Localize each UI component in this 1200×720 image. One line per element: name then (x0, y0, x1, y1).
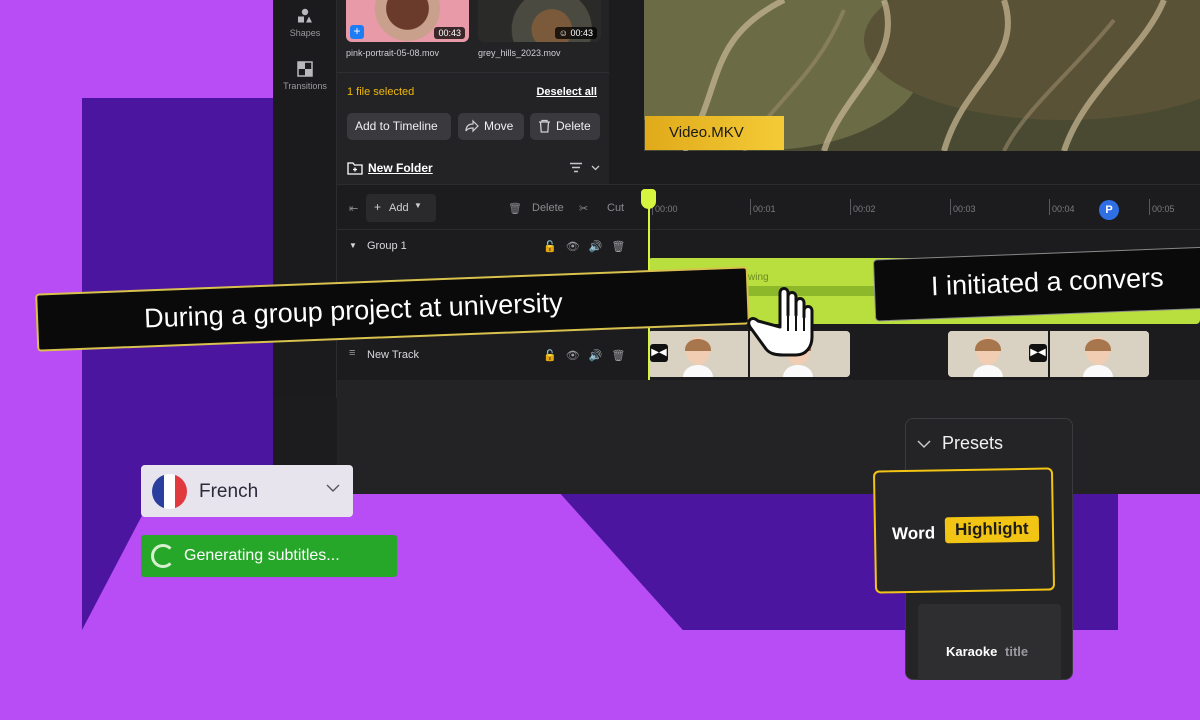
chevron-down-icon[interactable] (916, 439, 932, 449)
sidebar-item-label: Shapes (289, 28, 321, 38)
presets-title: Presets (942, 433, 1004, 453)
add-to-timeline-button[interactable]: Add to Timeline (347, 113, 451, 140)
duration-badge: ☺ 00:43 (554, 27, 597, 39)
preset-highlight-label: Highlight (944, 515, 1039, 544)
ruler-tick (950, 199, 951, 215)
ruler-label: 00:03 (953, 204, 976, 214)
add-button[interactable]: + Add ▼ (366, 194, 436, 222)
trash-icon[interactable]: 🗑 (508, 202, 522, 215)
cut-tool[interactable]: Cut (607, 202, 624, 214)
divider (337, 72, 609, 73)
ruler-label: 00:04 (1052, 204, 1075, 214)
preset-karaoke-title: title (1005, 644, 1029, 659)
track-name: New Track (367, 349, 419, 361)
transition-icon[interactable]: ▶◀ (1029, 344, 1047, 362)
transitions-icon (297, 61, 313, 77)
preset-word-label: Word (891, 523, 936, 544)
ruler-label: 00:02 (853, 204, 876, 214)
sort-menu-icon[interactable] (569, 162, 601, 174)
scissors-icon[interactable]: ✂ (579, 202, 588, 215)
ruler-tick (1149, 199, 1150, 215)
user-icon: ☺ (558, 28, 568, 38)
preset-karaoke[interactable]: Karaoke title (918, 604, 1061, 680)
move-label: Move (484, 119, 514, 133)
track-controls[interactable]: 🔓👁🔊🗑 (543, 240, 634, 253)
add-label: Add (389, 202, 409, 214)
hand-cursor-icon (747, 287, 814, 357)
delete-tool[interactable]: Delete (532, 202, 564, 214)
delete-button[interactable]: Delete (530, 113, 600, 140)
caret-down-icon[interactable]: ▼ (349, 241, 357, 250)
selection-row: 1 file selected Deselect all (347, 86, 597, 100)
timeline-toolbar: ⇤ + Add ▼ 🗑 Delete ✂ Cut 00:00 00:01 00:… (337, 184, 1200, 230)
deselect-all-link[interactable]: Deselect all (536, 86, 597, 98)
selection-count: 1 file selected (347, 86, 415, 98)
delete-label: Delete (556, 119, 591, 133)
sidebar-item-label: Transitions (283, 81, 327, 91)
preset-karaoke-word: Karaoke (946, 644, 998, 659)
french-flag-icon (152, 474, 187, 509)
playhead-handle[interactable] (641, 189, 656, 209)
sidebar-item-transitions[interactable]: Transitions (273, 61, 337, 91)
move-button[interactable]: Move (458, 113, 524, 140)
loading-spinner-icon (151, 544, 175, 568)
subtitle-bar[interactable]: I initiated a convers (872, 246, 1200, 322)
language-name: French (199, 481, 259, 502)
drag-handle-icon[interactable]: ≡ (349, 347, 355, 359)
duration-badge: 00:43 (434, 27, 465, 39)
track-name: Group 1 (367, 240, 407, 252)
video-clip[interactable] (948, 331, 1149, 377)
ruler-tick (1049, 199, 1050, 215)
track-controls[interactable]: 🔓👁🔊🗑 (543, 349, 634, 362)
trash-icon (539, 119, 550, 133)
ruler-tick (850, 199, 851, 215)
media-thumbnail[interactable]: + 00:43 (346, 0, 469, 42)
chevron-down-icon[interactable] (325, 482, 341, 494)
file-name: pink-portrait-05-08.mov (346, 48, 440, 58)
sidebar-item-shapes[interactable]: Shapes (273, 8, 337, 38)
shapes-icon (298, 8, 312, 23)
media-thumbnail[interactable]: ☺ 00:43 (478, 0, 601, 42)
plus-icon: + (374, 200, 382, 214)
collapse-icon[interactable]: ⇤ (349, 202, 358, 215)
transition-icon[interactable]: ▶◀ (650, 344, 668, 362)
status-bar: Generating subtitles... (141, 535, 397, 577)
video-label: Video.MKV (645, 116, 784, 150)
new-folder-link[interactable]: New Folder (368, 161, 433, 175)
ruler-tick (750, 199, 751, 215)
add-icon[interactable]: + (350, 25, 364, 39)
file-name: grey_hills_2023.mov (478, 48, 561, 58)
timeline-marker[interactable]: P (1099, 200, 1119, 220)
ruler-label: 00:01 (753, 204, 776, 214)
caret-down-icon: ▼ (414, 201, 422, 210)
share-icon (465, 119, 479, 133)
language-select[interactable]: French (141, 465, 353, 517)
new-folder-icon (347, 162, 363, 175)
clip-thumbnails (948, 331, 1149, 377)
ruler-label: 00:05 (1152, 204, 1175, 214)
ruler-label: 00:00 (655, 204, 678, 214)
preset-word-highlight[interactable]: Word Highlight (872, 467, 1056, 594)
